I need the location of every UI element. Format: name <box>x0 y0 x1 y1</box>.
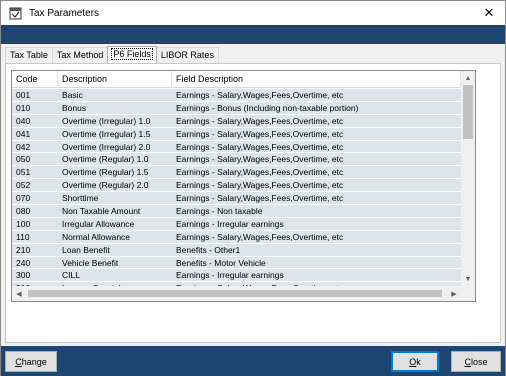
table-row[interactable]: 040 Overtime (Irregular) 1.0 Earnings - Sa… <box>12 114 461 128</box>
table-row[interactable]: 080 Non Taxable Amount Earnings - Non taxa… <box>12 205 461 218</box>
vertical-scroll-thumb[interactable] <box>463 85 473 139</box>
tab-libor-rates[interactable]: LIBOR Rates <box>155 47 219 63</box>
cell-description: Basic <box>62 90 83 100</box>
cell-code: 240 <box>16 257 31 268</box>
table-row[interactable]: 042 Overtime (Irregular) 2.0 Earnings - Sa… <box>12 140 461 154</box>
grid-header: Code Description Field Description <box>12 71 461 88</box>
cell-code: 070 <box>16 193 31 204</box>
cell-code: 041 <box>16 128 31 139</box>
table-row[interactable]: 100 Irregular Allowance Earnings - Irregul… <box>12 217 461 231</box>
cell-code: 300 <box>16 270 31 281</box>
cell-field-description: Earnings - Bonus (Including non-taxable … <box>176 102 359 113</box>
cell-code: 040 <box>16 115 31 126</box>
tab-tax-table[interactable]: Tax Table <box>5 47 53 63</box>
cell-field-description: Earnings - Non taxable <box>176 206 263 217</box>
cell-description: Overtime (Irregular) 2.0 <box>62 141 151 152</box>
cell-field-description: Earnings - Salary,Wages,Fees,Overtime, e… <box>176 141 344 152</box>
cell-description: Overtime (Irregular) 1.5 <box>62 128 151 139</box>
tab-strip: Tax Table Tax Method P6 Fields LIBOR Rat… <box>5 46 219 63</box>
window-title: Tax Parameters <box>29 7 100 19</box>
table-row[interactable]: 051 Overtime (Regular) 1.5 Earnings - Sala… <box>12 166 461 180</box>
scroll-right-icon[interactable]: ▶ <box>447 286 461 301</box>
change-button[interactable]: Change <box>5 351 57 372</box>
title-bar: Tax Parameters ✕ <box>1 1 505 25</box>
close-button[interactable]: Close <box>451 351 501 372</box>
table-row[interactable]: 050 Overtime (Regular) 1.0 Earnings - Sala… <box>12 153 461 167</box>
column-header-code[interactable]: Code <box>12 71 58 88</box>
cell-code: 210 <box>16 244 31 255</box>
cell-description: Loan Benefit <box>62 244 110 255</box>
scroll-down-icon[interactable]: ▼ <box>461 272 475 286</box>
scroll-up-icon[interactable]: ▲ <box>461 71 475 85</box>
cell-description: Vehicle Benefit <box>62 257 119 268</box>
cell-code: 010 <box>16 102 31 113</box>
column-header-field-description[interactable]: Field Description <box>172 71 461 88</box>
cell-field-description: Benefits - Motor Vehicle <box>176 257 266 268</box>
cell-field-description: Earnings - Irregular earnings <box>176 218 284 229</box>
cell-description: Shorttime <box>62 193 99 204</box>
horizontal-scrollbar[interactable]: ◀ ▶ <box>12 286 461 301</box>
tab-tax-method[interactable]: Tax Method <box>51 47 109 63</box>
cell-code: 080 <box>16 206 31 217</box>
cell-field-description: Earnings - Salary,Wages,Fees,Overtime, e… <box>176 231 344 242</box>
cell-code: 110 <box>16 231 30 242</box>
cell-field-description: Earnings - Salary,Wages,Fees,Overtime, e… <box>176 90 344 100</box>
tax-parameters-window: Tax Parameters ✕ Tax Table Tax Method P6… <box>0 0 506 376</box>
cell-code: 001 <box>16 90 31 100</box>
cell-description: Irregular Allowance <box>62 218 135 229</box>
cell-field-description: Earnings - Salary,Wages,Fees,Overtime, e… <box>176 115 344 126</box>
tab-p6-fields[interactable]: P6 Fields <box>107 46 157 63</box>
dialog-content: Tax Table Tax Method P6 Fields LIBOR Rat… <box>1 44 505 346</box>
cell-code: 042 <box>16 141 31 152</box>
cell-description: Non Taxable Amount <box>62 206 141 217</box>
header-band <box>1 25 505 44</box>
cell-code: 052 <box>16 180 31 191</box>
cell-description: CILL <box>62 270 80 281</box>
cell-field-description: Earnings - Irregular earnings <box>176 270 284 281</box>
table-row[interactable]: 110 Normal Allowance Earnings - Salary,Wag… <box>12 230 461 244</box>
cell-description: Normal Allowance <box>62 231 131 242</box>
cell-code: 051 <box>16 167 31 178</box>
horizontal-scroll-thumb[interactable] <box>28 290 442 297</box>
table-row[interactable]: 010 Bonus Earnings - Bonus (Including non-… <box>12 101 461 115</box>
table-row[interactable]: 001 Basic Earnings - Salary,Wages,Fees,Ove… <box>12 89 461 102</box>
cell-field-description: Earnings - Salary,Wages,Fees,Overtime, e… <box>176 180 344 191</box>
scroll-left-icon[interactable]: ◀ <box>12 286 26 301</box>
cell-description: Overtime (Irregular) 1.0 <box>62 115 151 126</box>
app-window-icon <box>8 6 22 20</box>
cell-description: Bonus <box>62 102 87 113</box>
ok-button[interactable]: Ok <box>391 351 439 372</box>
cell-description: Overtime (Regular) 2.0 <box>62 180 149 191</box>
p6-fields-panel: Code Description Field Description 001 Ba… <box>5 63 501 343</box>
cell-field-description: Earnings - Salary,Wages,Fees,Overtime, e… <box>176 154 344 165</box>
table-row[interactable]: 052 Overtime (Regular) 2.0 Earnings - Sala… <box>12 179 461 193</box>
table-row[interactable]: 240 Vehicle Benefit Benefits - Motor Vehic… <box>12 256 461 270</box>
cell-field-description: Benefits - Other1 <box>176 244 241 255</box>
p6-fields-grid[interactable]: Code Description Field Description 001 Ba… <box>11 70 476 302</box>
close-window-icon[interactable]: ✕ <box>479 3 499 23</box>
table-row[interactable]: 300 CILL Earnings - Irregular earnings <box>12 269 461 283</box>
cell-code: 100 <box>16 218 31 229</box>
table-row[interactable]: 210 Loan Benefit Benefits - Other1 <box>12 243 461 257</box>
cell-field-description: Earnings - Salary,Wages,Fees,Overtime, e… <box>176 128 344 139</box>
button-bar: Change Ok Close <box>1 346 505 376</box>
vertical-scrollbar[interactable]: ▲ ▼ <box>461 71 475 286</box>
table-row[interactable]: 041 Overtime (Irregular) 1.5 Earnings - Sa… <box>12 127 461 141</box>
grid-body: 001 Basic Earnings - Salary,Wages,Fees,Ove… <box>12 89 461 286</box>
column-header-description[interactable]: Description <box>58 71 172 88</box>
cell-field-description: Earnings - Salary,Wages,Fees,Overtime, e… <box>176 193 344 204</box>
cell-description: Overtime (Regular) 1.0 <box>62 154 149 165</box>
table-row[interactable]: 070 Shorttime Earnings - Salary,Wages,Fees… <box>12 192 461 206</box>
cell-field-description: Earnings - Salary,Wages,Fees,Overtime, e… <box>176 167 344 178</box>
cell-code: 050 <box>16 154 31 165</box>
cell-description: Overtime (Regular) 1.5 <box>62 167 149 178</box>
scrollbar-corner <box>461 286 475 301</box>
